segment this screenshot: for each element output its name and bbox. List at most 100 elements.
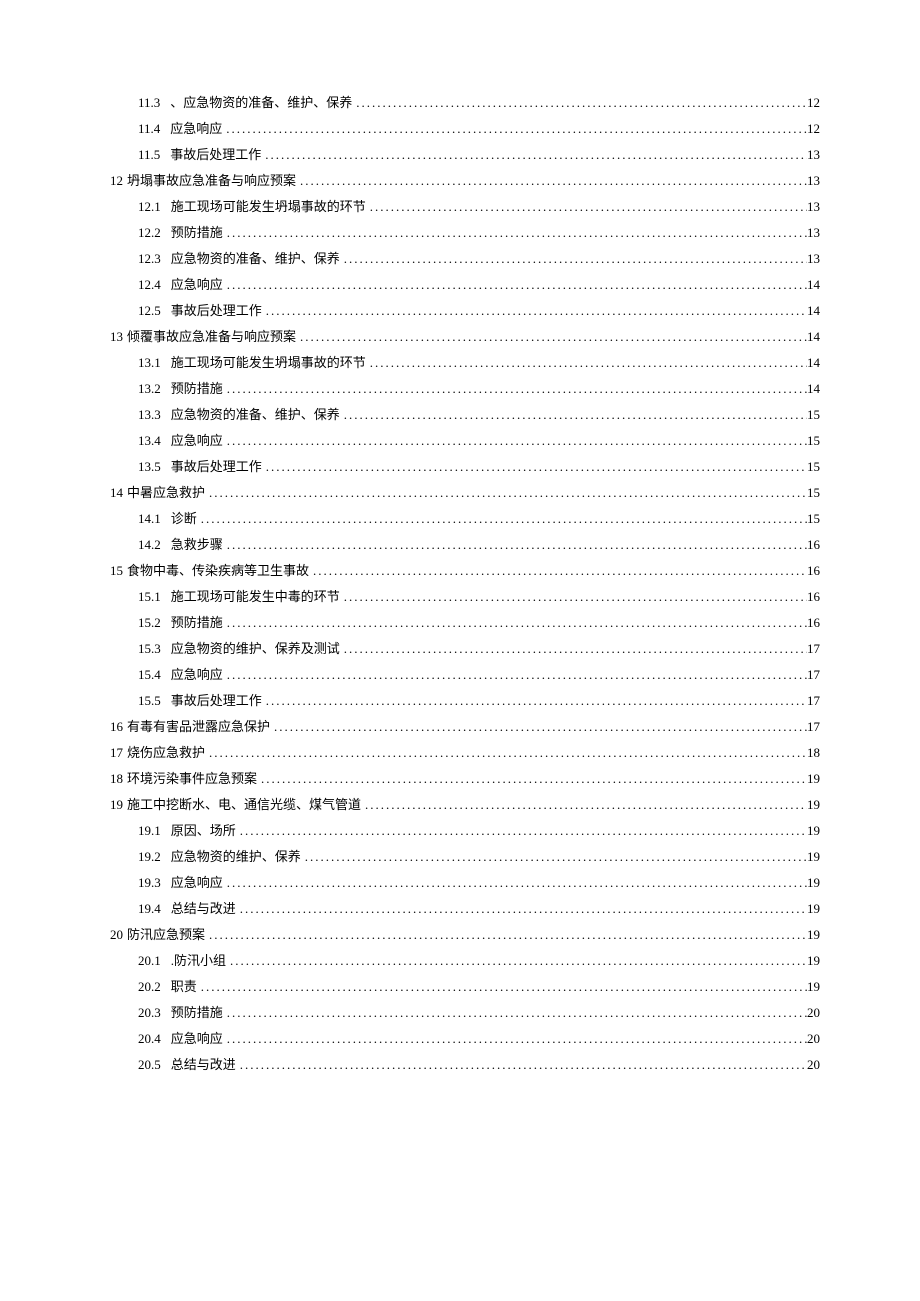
- toc-number: 14.1: [138, 506, 161, 532]
- toc-page-number: 19: [807, 818, 820, 844]
- toc-number: 20.3: [138, 1000, 161, 1026]
- toc-entry: 13.2预防措施14: [110, 376, 820, 402]
- toc-title: 应急响应: [171, 428, 223, 454]
- toc-entry: 18环境污染事件应急预案19: [110, 766, 820, 792]
- toc-title: 预防措施: [171, 376, 223, 402]
- toc-leader-dots: [197, 506, 807, 532]
- toc-entry: 20.4应急响应20: [110, 1026, 820, 1052]
- toc-number: 13.5: [138, 454, 161, 480]
- toc-number: 13.1: [138, 350, 161, 376]
- toc-entry: 19.2应急物资的维护、保养19: [110, 844, 820, 870]
- toc-page-number: 15: [807, 402, 820, 428]
- toc-title: 食物中毒、传染疾病等卫生事故: [127, 558, 309, 584]
- toc-number: 19.2: [138, 844, 161, 870]
- toc-leader-dots: [261, 142, 807, 168]
- toc-leader-dots: [262, 454, 807, 480]
- toc-entry: 15食物中毒、传染疾病等卫生事故 16: [110, 558, 820, 584]
- toc-title: 施工现场可能发生中毒的环节: [171, 584, 340, 610]
- toc-entry: 13.3应急物资的准备、维护、保养15: [110, 402, 820, 428]
- toc-leader-dots: [340, 246, 807, 272]
- toc-title: 、应急物资的准备、维护、保养: [170, 90, 352, 116]
- toc-title: 职责: [171, 974, 197, 1000]
- table-of-contents: 11.3、应急物资的准备、维护、保养1211.4应急响应1211.5事故后处理工…: [110, 90, 820, 1078]
- toc-number: 15: [110, 558, 123, 584]
- toc-leader-dots: [340, 402, 807, 428]
- toc-number: 12.5: [138, 298, 161, 324]
- toc-page-number: 17: [807, 636, 820, 662]
- toc-number: 20.4: [138, 1026, 161, 1052]
- toc-entry: 16有毒有害品泄露应急保护 17: [110, 714, 820, 740]
- toc-title: 事故后处理工作: [171, 298, 262, 324]
- toc-number: 12: [110, 168, 123, 194]
- toc-leader-dots: [205, 740, 807, 766]
- toc-entry: 13.4应急响应15: [110, 428, 820, 454]
- toc-leader-dots: [296, 324, 807, 350]
- toc-number: 18: [110, 766, 123, 792]
- toc-leader-dots: [226, 948, 807, 974]
- toc-number: 19: [110, 792, 123, 818]
- toc-entry: 20防汛应急预案19: [110, 922, 820, 948]
- toc-page-number: 19: [807, 948, 820, 974]
- toc-page-number: 17: [807, 714, 820, 740]
- toc-page-number: 17: [807, 688, 820, 714]
- toc-leader-dots: [205, 922, 807, 948]
- toc-entry: 19施工中挖断水、电、通信光缆、煤气管道19: [110, 792, 820, 818]
- toc-title: 倾覆事故应急准备与响应预案: [127, 324, 296, 350]
- toc-entry: 17烧伤应急救护18: [110, 740, 820, 766]
- toc-entry: 20.2职责19: [110, 974, 820, 1000]
- toc-page-number: 20: [807, 1000, 820, 1026]
- toc-number: 15.5: [138, 688, 161, 714]
- toc-leader-dots: [223, 1026, 807, 1052]
- toc-entry: 19.4总结与改进19: [110, 896, 820, 922]
- toc-page-number: 20: [807, 1026, 820, 1052]
- toc-leader-dots: [223, 1000, 807, 1026]
- toc-number: 11.4: [138, 116, 160, 142]
- toc-page-number: 18: [807, 740, 820, 766]
- toc-leader-dots: [296, 168, 807, 194]
- toc-page-number: 13: [807, 142, 820, 168]
- toc-title: 应急响应: [171, 272, 223, 298]
- toc-number: 14.2: [138, 532, 161, 558]
- toc-page-number: 15: [807, 506, 820, 532]
- toc-page-number: 19: [807, 896, 820, 922]
- toc-leader-dots: [236, 1052, 807, 1078]
- toc-entry: 13.1 施工现场可能发生坍塌事故的环节 14: [110, 350, 820, 376]
- toc-title: 施工现场可能发生坍塌事故的环节: [171, 350, 366, 376]
- toc-title: 应急响应: [171, 662, 223, 688]
- toc-page-number: 19: [807, 922, 820, 948]
- toc-title: 预防措施: [171, 1000, 223, 1026]
- toc-entry: 12.3应急物资的准备、维护、保养13: [110, 246, 820, 272]
- toc-number: 12.3: [138, 246, 161, 272]
- toc-number: 11.3: [138, 90, 160, 116]
- toc-leader-dots: [352, 90, 807, 116]
- toc-number: 19.3: [138, 870, 161, 896]
- toc-page-number: 14: [807, 350, 820, 376]
- toc-leader-dots: [197, 974, 807, 1000]
- toc-number: 15.4: [138, 662, 161, 688]
- toc-number: 12.1: [138, 194, 161, 220]
- toc-title: 有毒有害品泄露应急保护: [127, 714, 270, 740]
- toc-page-number: 19: [807, 974, 820, 1000]
- toc-entry: 20.1.防汛小组19: [110, 948, 820, 974]
- toc-page-number: 15: [807, 454, 820, 480]
- toc-title: 防汛应急预案: [127, 922, 205, 948]
- toc-leader-dots: [270, 714, 807, 740]
- toc-leader-dots: [262, 688, 807, 714]
- toc-title: 应急物资的维护、保养及测试: [171, 636, 340, 662]
- toc-leader-dots: [223, 532, 807, 558]
- toc-entry: 15.5事故后处理工作17: [110, 688, 820, 714]
- toc-number: 13.2: [138, 376, 161, 402]
- toc-number: 16: [110, 714, 123, 740]
- toc-number: 15.3: [138, 636, 161, 662]
- toc-page-number: 16: [807, 558, 820, 584]
- toc-entry: 14.2急救步骤16: [110, 532, 820, 558]
- toc-title: 烧伤应急救护: [127, 740, 205, 766]
- toc-title: 原因、场所: [171, 818, 236, 844]
- toc-leader-dots: [223, 870, 807, 896]
- toc-title: .防汛小组: [171, 948, 226, 974]
- toc-entry: 11.4应急响应12: [110, 116, 820, 142]
- toc-number: 13: [110, 324, 123, 350]
- toc-number: 20.5: [138, 1052, 161, 1078]
- toc-number: 13.3: [138, 402, 161, 428]
- toc-leader-dots: [222, 116, 807, 142]
